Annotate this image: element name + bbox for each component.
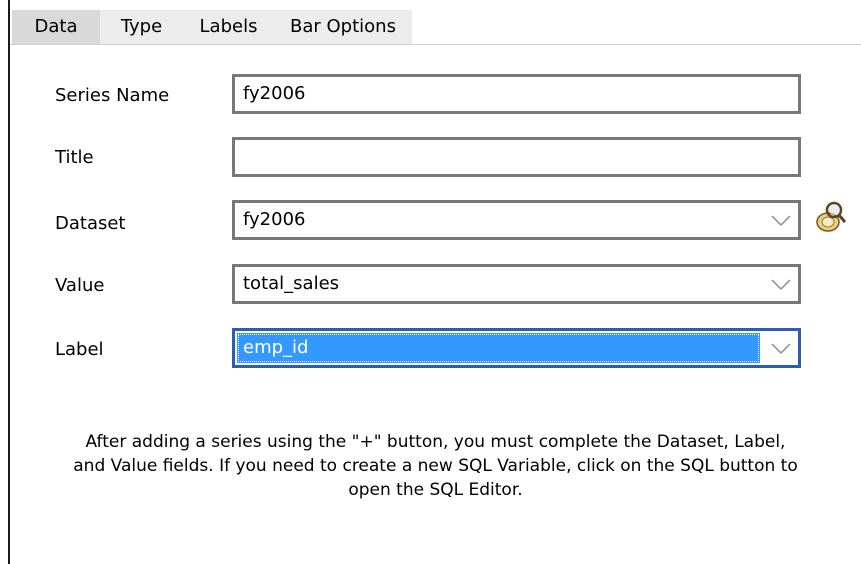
help-line-2: and Value fields. If you need to create … (73, 456, 798, 476)
title-input[interactable] (232, 137, 801, 177)
label-label: Label (55, 339, 104, 360)
series-name-input[interactable]: fy2006 (232, 74, 801, 114)
help-text: After adding a series using the "+" butt… (10, 430, 861, 502)
dataset-label: Dataset (55, 213, 126, 234)
dataset-select[interactable]: fy2006 (232, 200, 801, 240)
dataset-value: fy2006 (243, 209, 306, 230)
series-name-label: Series Name (55, 85, 170, 106)
value-select[interactable]: total_sales (232, 264, 801, 304)
tab-type[interactable]: Type (100, 10, 183, 44)
tab-data[interactable]: Data (12, 10, 100, 44)
label-value: emp_id (243, 337, 309, 358)
value-value: total_sales (243, 273, 340, 294)
tab-labels[interactable]: Labels (183, 10, 274, 44)
help-line-3: open the SQL Editor. (348, 480, 523, 500)
value-label: Value (55, 275, 105, 296)
title-label: Title (55, 147, 94, 168)
chevron-down-icon[interactable] (770, 274, 792, 294)
tab-strip: Data Type Labels Bar Options (10, 10, 861, 45)
sql-magnifier-icon[interactable] (815, 200, 847, 236)
tab-bar-options[interactable]: Bar Options (274, 10, 412, 44)
chevron-down-icon[interactable] (770, 338, 792, 358)
selection-highlight (237, 333, 760, 363)
label-select[interactable]: emp_id (232, 328, 801, 368)
help-line-1: After adding a series using the "+" butt… (85, 432, 786, 452)
chevron-down-icon[interactable] (770, 210, 792, 230)
series-name-value: fy2006 (243, 83, 306, 104)
